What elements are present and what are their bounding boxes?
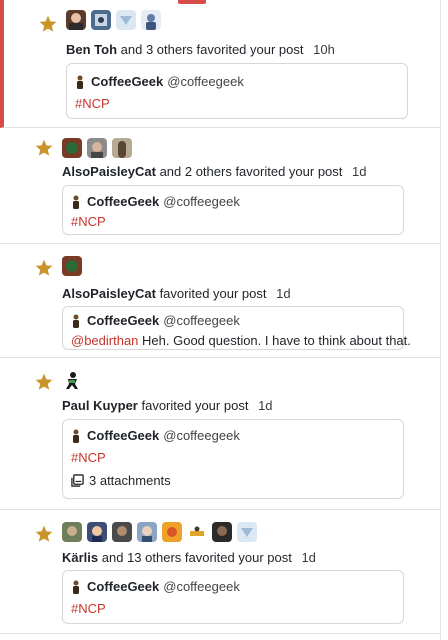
post-author-handle[interactable]: @coffeegeek (163, 579, 240, 594)
actor-avatars (62, 138, 132, 158)
avatar[interactable] (116, 10, 136, 30)
star-icon (38, 14, 58, 34)
notification-item[interactable]: AlsoPaisleyCat favorited your post 1d Co… (0, 244, 440, 358)
notification-text: and 3 others favorited your post (120, 42, 304, 57)
avatar[interactable] (112, 522, 132, 542)
timestamp: 10h (313, 42, 335, 57)
avatar[interactable] (162, 522, 182, 542)
post-author-handle[interactable]: @coffeegeek (167, 74, 244, 89)
author-avatar-icon (73, 195, 79, 209)
post-author: CoffeeGeek @coffeegeek (75, 74, 244, 89)
notification-item[interactable]: Kärlis and 13 others favorited your post… (0, 510, 440, 634)
post-author-name[interactable]: CoffeeGeek (87, 194, 159, 209)
post-card[interactable]: CoffeeGeek @coffeegeek #NCP (62, 570, 404, 624)
post-author: CoffeeGeek @coffeegeek (71, 579, 240, 594)
avatar[interactable] (112, 138, 132, 158)
timestamp: 1d (276, 286, 291, 301)
notification-text: and 2 others favorited your post (159, 164, 343, 179)
avatar[interactable] (62, 138, 82, 158)
post-author-handle[interactable]: @coffeegeek (163, 428, 240, 443)
avatar[interactable] (62, 370, 82, 390)
post-author: CoffeeGeek @coffeegeek (71, 428, 240, 443)
actor-name[interactable]: Paul Kuyper (62, 398, 138, 413)
star-icon (34, 372, 54, 392)
star-icon (34, 524, 54, 544)
hashtag-link[interactable]: #NCP (71, 601, 106, 616)
star-icon (34, 258, 54, 278)
avatar[interactable] (91, 10, 111, 30)
post-author-name[interactable]: CoffeeGeek (87, 579, 159, 594)
notification-text: and 13 others favorited your post (101, 550, 292, 565)
notification-text: favorited your post (141, 398, 249, 413)
post-content: @bedirthan Heh. Good question. I have to… (71, 333, 411, 348)
author-avatar-icon (73, 580, 79, 594)
post-author-name[interactable]: CoffeeGeek (87, 313, 159, 328)
mention-link[interactable]: @bedirthan (71, 333, 138, 348)
author-avatar-icon (73, 429, 79, 443)
hashtag-link[interactable]: #NCP (71, 450, 106, 465)
post-author-handle[interactable]: @coffeegeek (163, 313, 240, 328)
notification-summary: Ben Toh and 3 others favorited your post… (66, 42, 335, 57)
timestamp: 1d (301, 550, 316, 565)
post-text: Heh. Good question. I have to think abou… (142, 333, 411, 348)
timestamp: 1d (352, 164, 367, 179)
avatar[interactable] (62, 256, 82, 276)
hashtag-link[interactable]: #NCP (71, 214, 106, 229)
actor-name[interactable]: AlsoPaisleyCat (62, 164, 156, 179)
avatar[interactable] (237, 522, 257, 542)
notifications-feed: Ben Toh and 3 others favorited your post… (0, 0, 448, 640)
actor-avatars (62, 370, 82, 390)
notification-summary: AlsoPaisleyCat and 2 others favorited yo… (62, 164, 367, 179)
notification-summary: Paul Kuyper favorited your post 1d (62, 398, 273, 413)
actor-avatars (62, 522, 257, 542)
post-author: CoffeeGeek @coffeegeek (71, 194, 240, 209)
post-author: CoffeeGeek @coffeegeek (71, 313, 240, 328)
actor-avatars (66, 10, 161, 30)
notification-summary: AlsoPaisleyCat favorited your post 1d (62, 286, 291, 301)
author-avatar-icon (73, 314, 79, 328)
actor-avatars (62, 256, 82, 276)
avatar[interactable] (141, 10, 161, 30)
avatar[interactable] (137, 522, 157, 542)
actor-name[interactable]: AlsoPaisleyCat (62, 286, 156, 301)
avatar[interactable] (66, 10, 86, 30)
hashtag-link[interactable]: #NCP (75, 96, 110, 111)
avatar[interactable] (87, 138, 107, 158)
notification-text: favorited your post (159, 286, 267, 301)
attachments-count: 3 attachments (89, 473, 171, 488)
star-icon (34, 138, 54, 158)
timestamp: 1d (258, 398, 273, 413)
actor-name[interactable]: Kärlis (62, 550, 98, 565)
actor-name[interactable]: Ben Toh (66, 42, 117, 57)
post-author-handle[interactable]: @coffeegeek (163, 194, 240, 209)
post-author-name[interactable]: CoffeeGeek (91, 74, 163, 89)
notification-item[interactable]: Paul Kuyper favorited your post 1d Coffe… (0, 358, 440, 510)
notification-item[interactable]: AlsoPaisleyCat and 2 others favorited yo… (0, 128, 440, 244)
avatar[interactable] (62, 522, 82, 542)
gallery-icon (71, 474, 84, 487)
avatar[interactable] (87, 522, 107, 542)
post-author-name[interactable]: CoffeeGeek (87, 428, 159, 443)
post-card[interactable]: CoffeeGeek @coffeegeek @bedirthan Heh. G… (62, 306, 411, 350)
scroll-rail[interactable] (440, 0, 448, 640)
post-card[interactable]: CoffeeGeek @coffeegeek #NCP (62, 185, 404, 235)
avatar[interactable] (187, 522, 207, 542)
notification-summary: Kärlis and 13 others favorited your post… (62, 550, 316, 565)
avatar[interactable] (212, 522, 232, 542)
author-avatar-icon (77, 75, 83, 89)
attachments-indicator[interactable]: 3 attachments (71, 473, 171, 488)
post-card[interactable]: CoffeeGeek @coffeegeek #NCP (66, 63, 408, 119)
notification-item[interactable]: Ben Toh and 3 others favorited your post… (0, 0, 440, 128)
post-card[interactable]: CoffeeGeek @coffeegeek #NCP 3 attachment… (62, 419, 404, 499)
